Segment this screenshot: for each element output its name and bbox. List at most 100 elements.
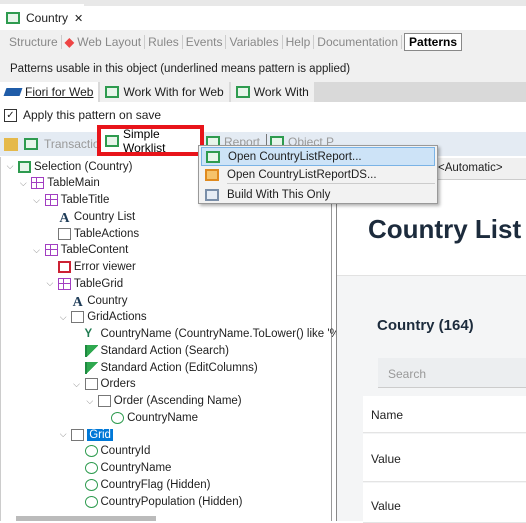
webpanel-icon bbox=[206, 150, 220, 163]
transaction-icon bbox=[24, 138, 38, 150]
tree-node-label: TableGrid bbox=[73, 277, 124, 290]
menu-item-label: Open CountryListReport... bbox=[228, 150, 362, 163]
workwith-web-icon bbox=[105, 86, 120, 98]
pattern-tab-workwith[interactable]: Work With bbox=[230, 82, 314, 102]
tree-node-label: Order (Ascending Name) bbox=[113, 395, 242, 407]
tree-node[interactable]: ⌵ TableTitle bbox=[32, 192, 109, 209]
preview-count-title: Country (164) bbox=[377, 317, 474, 334]
tree-node[interactable]: CountryFlag (Hidden) bbox=[72, 476, 210, 493]
tree-node[interactable]: Standard Action (EditColumns) bbox=[72, 359, 258, 376]
preview-search-input[interactable]: Search bbox=[378, 358, 526, 388]
chevron-down-icon[interactable]: ⌵ bbox=[32, 195, 42, 206]
menu-build-this-only[interactable]: Build With This Only bbox=[201, 185, 435, 204]
webpanel-icon bbox=[105, 134, 119, 147]
tab-web-layout-label: Web Layout bbox=[77, 35, 142, 49]
table-icon bbox=[44, 244, 58, 257]
tree-node-label: Grid bbox=[87, 428, 113, 441]
chevron-down-icon[interactable]: ⌵ bbox=[5, 161, 15, 172]
fiori-icon bbox=[3, 88, 23, 96]
flag-icon bbox=[84, 344, 98, 357]
tree-node-label: CountryName (CountryName.ToLower() like … bbox=[100, 328, 340, 340]
chevron-down-icon[interactable]: ⌵ bbox=[45, 278, 55, 289]
tree-node[interactable]: ⌵ Orders bbox=[72, 376, 136, 393]
build-icon bbox=[205, 188, 219, 201]
tree-node[interactable]: ⌵ Order (Ascending Name) bbox=[85, 393, 242, 410]
close-icon[interactable]: ✕ bbox=[74, 12, 83, 25]
tree-node-label: CountryName bbox=[127, 411, 199, 424]
tree-node[interactable]: ⌵ Grid bbox=[58, 426, 113, 443]
tree-node-label: Country List bbox=[73, 210, 136, 223]
preview-table-row: Value bbox=[363, 483, 526, 523]
workwith-icon bbox=[235, 86, 250, 98]
tree-node-label: Standard Action (Search) bbox=[100, 344, 230, 357]
tab-events[interactable]: Events bbox=[183, 35, 227, 49]
pattern-tabs: Fiori for Web Work With for Web Work Wit… bbox=[0, 82, 526, 102]
web-layout-icon: ◆ bbox=[64, 35, 74, 49]
chevron-down-icon[interactable]: ⌵ bbox=[32, 245, 42, 256]
tree-node[interactable]: TableActions bbox=[45, 225, 139, 242]
errorviewer-icon bbox=[57, 261, 71, 273]
pattern-tab-label: Work With bbox=[253, 85, 309, 99]
tree-node[interactable]: A Country bbox=[58, 292, 128, 310]
chevron-down-icon[interactable]: ⌵ bbox=[85, 396, 95, 407]
tree-node-label: Standard Action (EditColumns) bbox=[100, 361, 258, 374]
tab-web-layout[interactable]: ◆ Web Layout bbox=[62, 35, 146, 49]
properties-icon[interactable] bbox=[4, 137, 18, 151]
tab-variables[interactable]: Variables bbox=[226, 35, 283, 49]
preview-table-row: Value bbox=[363, 434, 526, 482]
chevron-down-icon[interactable]: ⌵ bbox=[18, 178, 28, 189]
table-icon bbox=[31, 177, 45, 190]
pattern-tree: ⌵ Selection (Country) ⌵ TableMain ⌵ TableTitl… bbox=[0, 157, 340, 521]
menu-open-countrylistreport[interactable]: Open CountryListReport... bbox=[201, 147, 435, 166]
tree-node[interactable]: Error viewer bbox=[45, 259, 136, 276]
tree-node[interactable]: ⌵ TableGrid bbox=[45, 275, 123, 292]
tree-node[interactable]: ⌵ TableContent bbox=[32, 242, 128, 259]
horizontal-scrollbar[interactable] bbox=[16, 516, 156, 521]
tree-node-label: CountryId bbox=[100, 445, 151, 458]
tab-patterns[interactable]: Patterns bbox=[404, 33, 463, 51]
attribute-icon bbox=[84, 445, 98, 458]
dataselector-icon bbox=[205, 168, 219, 181]
menu-item-label: Build With This Only bbox=[227, 188, 331, 201]
filter-icon: Y bbox=[84, 328, 93, 340]
tree-node[interactable]: Y CountryName (CountryName.ToLower() like… bbox=[72, 326, 340, 343]
flag-icon bbox=[84, 361, 98, 374]
pattern-tab-workwith-web[interactable]: Work With for Web bbox=[100, 82, 229, 102]
tree-node[interactable]: ⌵ Selection (Country) bbox=[5, 158, 132, 175]
tree-node[interactable]: CountryPopulation (Hidden) bbox=[72, 493, 243, 510]
tree-node[interactable]: A Country List bbox=[45, 208, 136, 226]
tree-node-label: Orders bbox=[100, 378, 136, 391]
tree-node[interactable]: CountryName bbox=[72, 460, 171, 477]
pattern-tab-fiori[interactable]: Fiori for Web bbox=[0, 82, 99, 102]
document-tab-country[interactable]: Country ✕ bbox=[0, 4, 84, 32]
tree-node-label: Country bbox=[87, 294, 128, 307]
simple-worklist-button[interactable]: Simple Worklist bbox=[97, 125, 204, 156]
tree-node[interactable]: CountryName bbox=[98, 409, 198, 426]
transaction-icon bbox=[6, 12, 20, 24]
menu-open-countrylistreportds[interactable]: Open CountryListReportDS... bbox=[201, 165, 435, 184]
tree-node-label: CountryPopulation (Hidden) bbox=[100, 495, 243, 508]
tree-node[interactable]: ⌵ TableMain bbox=[18, 175, 100, 192]
gridtable-icon bbox=[57, 227, 71, 240]
attribute-icon bbox=[84, 478, 98, 491]
tree-node[interactable]: CountryId bbox=[72, 443, 151, 460]
tab-structure[interactable]: Structure bbox=[6, 35, 62, 49]
tree-node-label: TableActions bbox=[73, 227, 140, 240]
chevron-down-icon[interactable]: ⌵ bbox=[58, 312, 68, 323]
gridtable-icon bbox=[71, 311, 85, 324]
order-icon bbox=[97, 395, 111, 407]
tree-node[interactable]: ⌵ GridActions bbox=[58, 309, 147, 326]
chevron-down-icon[interactable]: ⌵ bbox=[72, 379, 82, 390]
tab-documentation[interactable]: Documentation bbox=[314, 35, 403, 49]
table-icon bbox=[57, 277, 71, 290]
tab-rules[interactable]: Rules bbox=[145, 35, 183, 49]
tab-help[interactable]: Help bbox=[283, 35, 315, 49]
tree-node-label: TableMain bbox=[47, 177, 100, 190]
tree-node[interactable]: Standard Action (Search) bbox=[72, 342, 230, 359]
orders-icon bbox=[84, 378, 98, 391]
simple-worklist-label: Simple Worklist bbox=[123, 126, 166, 155]
apply-pattern-checkbox[interactable]: ✓ Apply this pattern on save bbox=[4, 108, 161, 122]
checkbox-checked-icon[interactable]: ✓ bbox=[4, 108, 17, 122]
preview-table-header: Name bbox=[363, 396, 526, 433]
chevron-down-icon[interactable]: ⌵ bbox=[58, 429, 68, 440]
